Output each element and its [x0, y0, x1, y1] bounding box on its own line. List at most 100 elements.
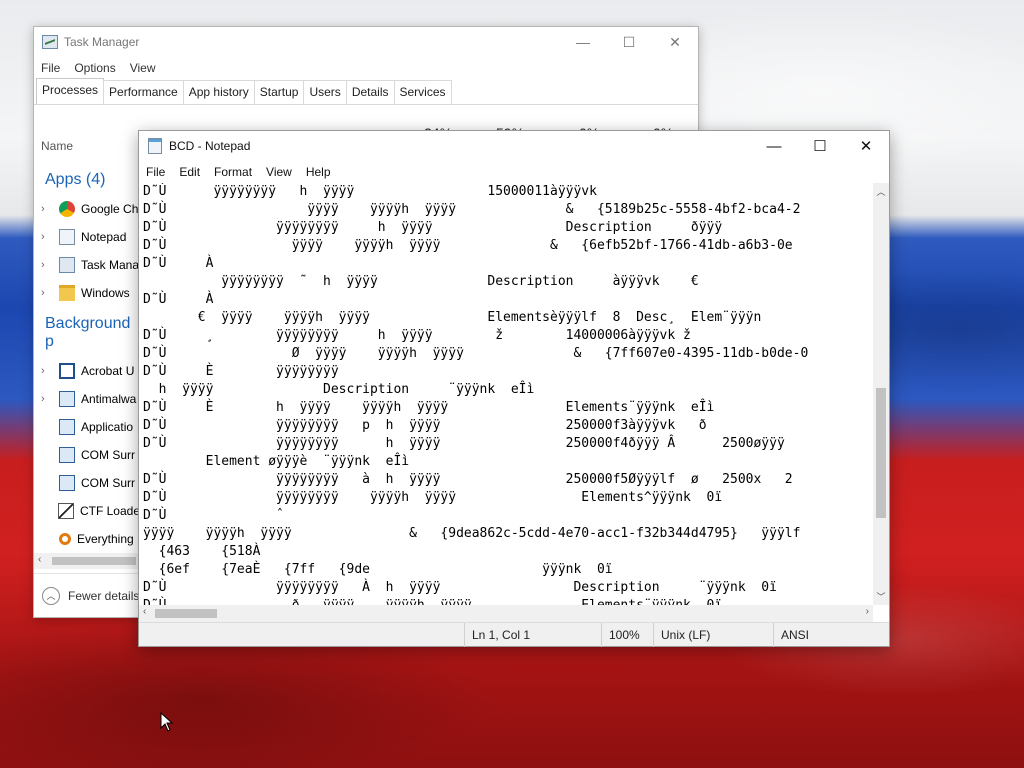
- minimize-button[interactable]: —: [560, 27, 606, 57]
- task-manager-icon: [59, 257, 75, 273]
- fewer-details-link[interactable]: Fewer details: [68, 589, 139, 603]
- text-line: D˜Ù ð ÿÿÿÿ ÿÿÿÿh ÿÿÿÿ Elements¨ÿÿÿnk 0ï: [143, 597, 873, 605]
- line-ending: Unix (LF): [653, 623, 773, 647]
- notepad-icon: [59, 229, 75, 245]
- task-manager-icon: [42, 35, 58, 49]
- text-line: D˜Ù ÿÿÿÿÿÿÿÿ h ÿÿÿÿ 15000011àÿÿÿvk: [143, 184, 652, 199]
- scroll-left-icon[interactable]: ‹: [143, 606, 146, 617]
- chevron-right-icon[interactable]: ›: [41, 231, 55, 243]
- text-line: Element øÿÿÿè ¨ÿÿÿnk eÎì: [143, 454, 410, 469]
- maximize-button[interactable]: ☐: [797, 131, 843, 161]
- chevron-right-icon: ›: [41, 477, 55, 489]
- chevron-up-icon[interactable]: ︿: [42, 586, 60, 605]
- process-row[interactable]: › Google Ch: [34, 195, 140, 223]
- service-icon: [59, 419, 75, 435]
- column-name[interactable]: Name: [41, 139, 73, 153]
- text-line: D˜Ù À: [143, 256, 214, 271]
- text-line: D˜Ù ÿÿÿÿÿÿÿÿ À h ÿÿÿÿ Description ¨ÿÿÿnk…: [143, 580, 777, 595]
- process-row[interactable]: › Task Mana: [34, 251, 140, 279]
- process-name: COM Surr: [81, 476, 135, 490]
- task-manager-title: Task Manager: [64, 35, 140, 49]
- process-row[interactable]: › Everything: [34, 525, 140, 553]
- task-manager-titlebar[interactable]: Task Manager — ☐ ✕: [34, 27, 698, 57]
- tab-startup[interactable]: Startup: [253, 80, 305, 104]
- task-manager-tabs: Processes Performance App history Startu…: [34, 78, 698, 105]
- maximize-button[interactable]: ☐: [606, 27, 652, 57]
- menu-file[interactable]: File: [41, 61, 60, 75]
- process-name: Notepad: [81, 230, 127, 244]
- menu-format[interactable]: Format: [214, 165, 252, 179]
- menu-file[interactable]: File: [146, 165, 165, 179]
- process-row[interactable]: › Acrobat U: [34, 357, 140, 385]
- notepad-title: BCD - Notepad: [169, 139, 251, 153]
- process-row[interactable]: › CTF Loade: [34, 497, 140, 525]
- tab-processes[interactable]: Processes: [36, 78, 105, 104]
- folder-icon: [59, 285, 75, 301]
- scroll-thumb[interactable]: [52, 557, 136, 565]
- zoom-level: 100%: [601, 623, 653, 647]
- chevron-right-icon[interactable]: ›: [41, 287, 55, 299]
- minimize-button[interactable]: —: [751, 131, 797, 161]
- scroll-left-icon[interactable]: ‹: [38, 554, 41, 565]
- process-row[interactable]: › Windows: [34, 279, 140, 307]
- background-group-header: Background p: [45, 315, 131, 350]
- tab-performance[interactable]: Performance: [103, 80, 184, 104]
- horizontal-scrollbar[interactable]: ‹ ›: [139, 605, 873, 622]
- chevron-right-icon[interactable]: ›: [41, 365, 55, 377]
- process-row[interactable]: › COM Surr: [34, 469, 140, 497]
- process-name: Windows: [81, 286, 130, 300]
- menu-view[interactable]: View: [266, 165, 292, 179]
- process-row[interactable]: › Antimalwa: [34, 385, 140, 413]
- chevron-right-icon: ›: [41, 421, 55, 433]
- menu-edit[interactable]: Edit: [179, 165, 200, 179]
- text-line: D˜Ù ÿÿÿÿÿÿÿÿ h ÿÿÿÿ Description ðÿÿÿ: [143, 220, 723, 235]
- menu-view[interactable]: View: [130, 61, 156, 75]
- tab-services[interactable]: Services: [393, 80, 452, 104]
- text-line: D˜Ù ÿÿÿÿÿÿÿÿ p h ÿÿÿÿ 250000f3àÿÿÿvk ð: [143, 418, 754, 433]
- tab-details[interactable]: Details: [345, 80, 395, 104]
- vertical-scrollbar[interactable]: ︿ ﹀: [873, 183, 889, 605]
- text-editor-area[interactable]: D˜Ù ÿÿÿÿÿÿÿÿ h ÿÿÿÿ 15000011àÿÿÿvk D˜Ù ÿ…: [139, 183, 873, 605]
- text-line: D˜Ù À: [143, 292, 214, 307]
- chrome-icon: [59, 201, 75, 217]
- window-app-icon: [59, 363, 75, 379]
- close-button[interactable]: ✕: [652, 27, 698, 57]
- task-manager-menubar: File Options View: [34, 57, 698, 79]
- close-button[interactable]: ✕: [843, 131, 889, 161]
- text-line: ÿÿÿÿÿÿÿÿ ˜ h ÿÿÿÿ Description àÿÿÿvk €: [143, 274, 762, 289]
- text-line: D˜Ù ÿÿÿÿ ÿÿÿÿh ÿÿÿÿ & {5189b25c-5558-4bf…: [143, 202, 801, 217]
- search-icon: [59, 533, 71, 545]
- text-line: D˜Ù ÿÿÿÿÿÿÿÿ ÿÿÿÿh ÿÿÿÿ Elements^ÿÿÿnk 0…: [143, 490, 723, 505]
- notepad-menubar: File Edit Format View Help: [139, 161, 889, 183]
- process-name: Everything: [77, 532, 134, 546]
- chevron-right-icon[interactable]: ›: [41, 203, 55, 215]
- chevron-right-icon[interactable]: ›: [41, 259, 55, 271]
- process-name: COM Surr: [81, 448, 135, 462]
- scroll-thumb[interactable]: [155, 609, 217, 618]
- tab-users[interactable]: Users: [303, 80, 347, 104]
- scroll-thumb[interactable]: [876, 388, 886, 518]
- scroll-right-icon[interactable]: ›: [866, 606, 869, 617]
- text-line: D˜Ù ÿÿÿÿÿÿÿÿ à h ÿÿÿÿ 250000f5Øÿÿÿlf ø 2…: [143, 472, 793, 487]
- scroll-up-icon[interactable]: ︿: [873, 185, 889, 198]
- text-line: {463 {518À: [143, 544, 261, 559]
- process-name: Applicatio: [81, 420, 134, 434]
- text-line: D˜Ù ÿÿÿÿ ÿÿÿÿh ÿÿÿÿ & {6efb52bf-1766-41d…: [143, 238, 793, 253]
- chevron-right-icon[interactable]: ›: [41, 393, 55, 405]
- notepad-window[interactable]: BCD - Notepad — ☐ ✕ File Edit Format Vie…: [138, 130, 890, 647]
- notepad-titlebar[interactable]: BCD - Notepad — ☐ ✕: [139, 131, 889, 161]
- chevron-right-icon: ›: [41, 505, 54, 517]
- process-row[interactable]: › Notepad: [34, 223, 140, 251]
- text-line: h ÿÿÿÿ Description ¨ÿÿÿnk eÎì: [143, 382, 535, 397]
- text-line: D˜Ù ¸ ÿÿÿÿÿÿÿÿ h ÿÿÿÿ ž 14000006àÿÿÿvk ž: [143, 328, 754, 343]
- cursor-position: Ln 1, Col 1: [464, 623, 601, 647]
- scroll-down-icon[interactable]: ﹀: [873, 590, 889, 603]
- process-row[interactable]: › Applicatio: [34, 413, 140, 441]
- menu-help[interactable]: Help: [306, 165, 331, 179]
- menu-options[interactable]: Options: [74, 61, 115, 75]
- text-line: D˜Ù ˆ: [143, 508, 284, 523]
- tab-app-history[interactable]: App history: [182, 80, 255, 104]
- process-name: Antimalwa: [81, 392, 137, 406]
- process-name: Task Mana: [81, 258, 140, 272]
- process-row[interactable]: › COM Surr: [34, 441, 140, 469]
